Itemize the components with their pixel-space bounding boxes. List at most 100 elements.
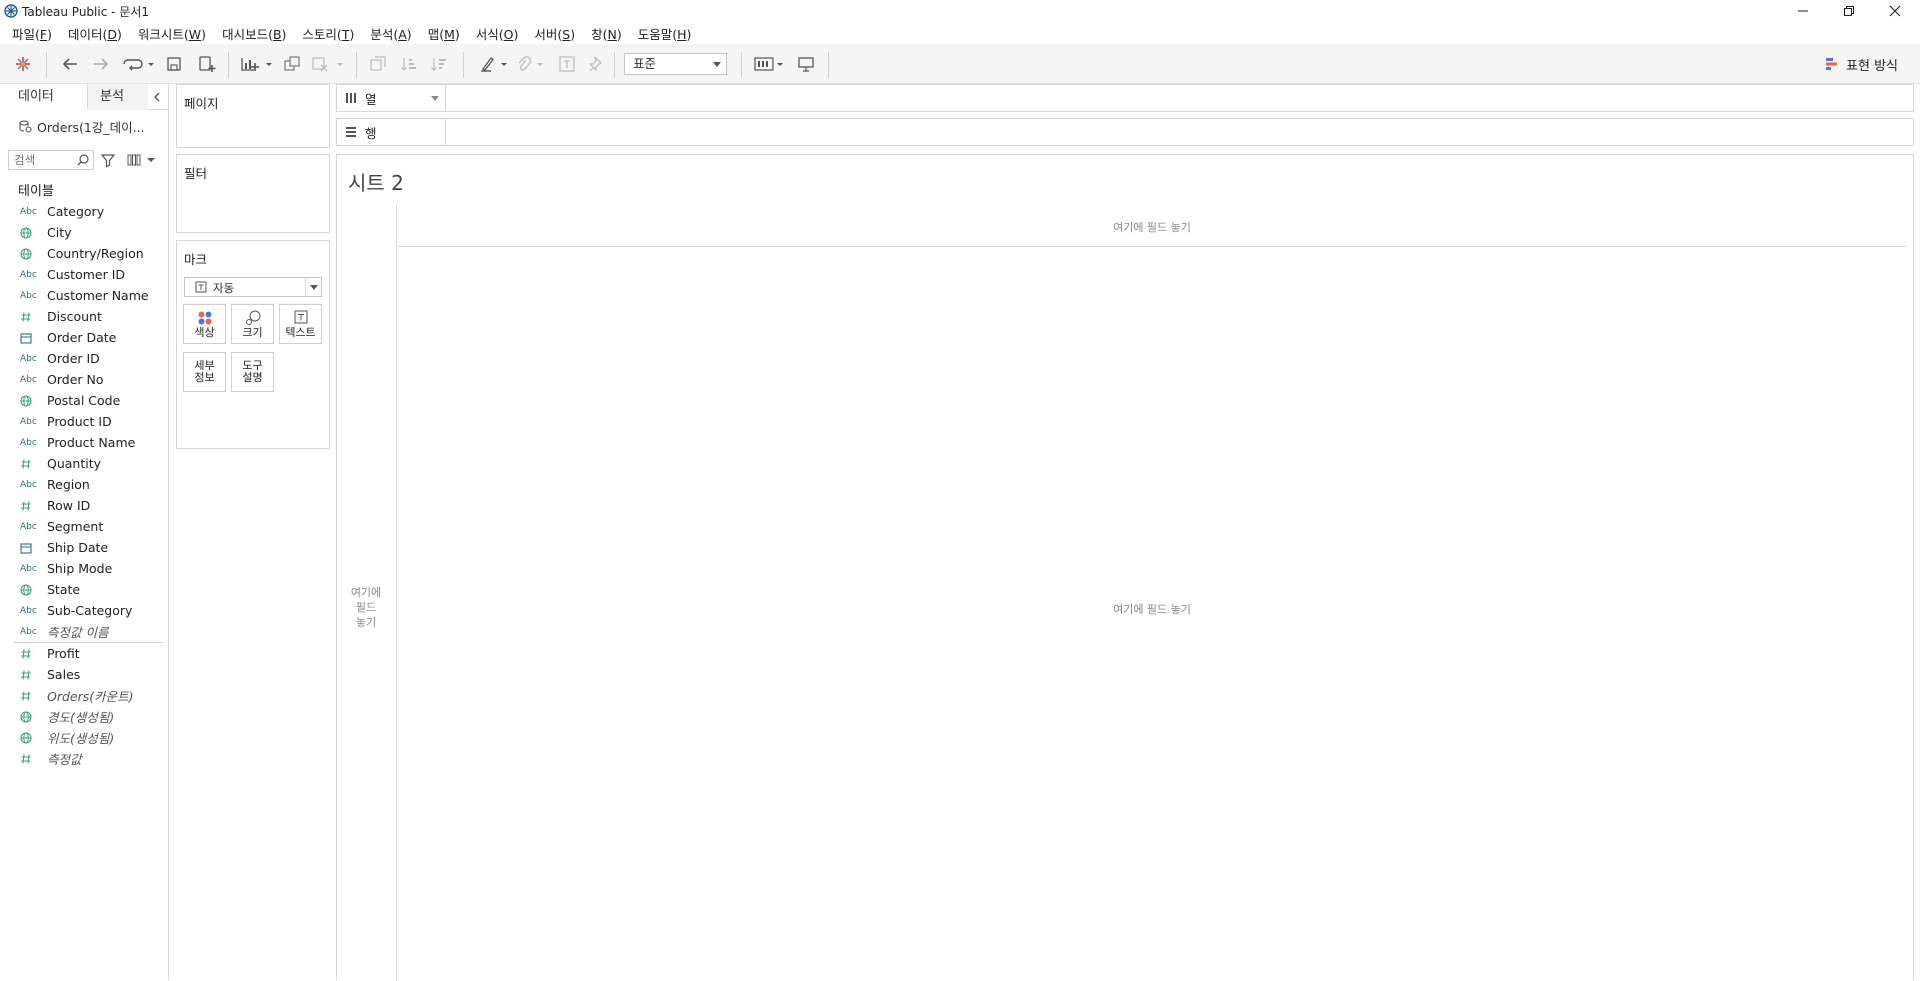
redo-button[interactable] — [89, 52, 113, 76]
field-list: Abc Category City Country/Region Abc Customer… — [0, 201, 169, 769]
chevron-left-icon[interactable] — [150, 90, 164, 104]
datasource-item[interactable]: Orders(1강_데이... — [18, 116, 145, 136]
marks-card-title: 마크 — [184, 252, 208, 267]
close-icon — [1889, 5, 1901, 17]
sort-ascending-button[interactable] — [398, 52, 420, 76]
field-item[interactable]: Abc 측정값 이름 — [0, 621, 169, 642]
field-item[interactable]: Discount — [0, 306, 169, 327]
field-item[interactable]: 위도(생성됨) — [0, 727, 169, 748]
field-item[interactable]: City — [0, 222, 169, 243]
new-worksheet-button[interactable] — [238, 52, 274, 76]
show-cards-button[interactable] — [752, 52, 786, 76]
field-item[interactable]: Abc Order ID — [0, 348, 169, 369]
field-item[interactable]: 경도(생성됨) — [0, 706, 169, 727]
menu-format[interactable]: 서식(O) — [468, 24, 527, 43]
menu-map[interactable]: 맵(M) — [420, 24, 468, 43]
menu-worksheet[interactable]: 워크시트(W) — [130, 24, 214, 43]
field-item[interactable]: Order Date — [0, 327, 169, 348]
field-item[interactable]: Abc Order No — [0, 369, 169, 390]
globe-icon — [20, 226, 38, 239]
menu-server[interactable]: 서버(S) — [526, 24, 583, 43]
filters-card[interactable]: 필터 — [176, 154, 330, 233]
drop-rows-line-3: 놓기 — [355, 616, 377, 629]
columns-shelf[interactable]: 열 — [336, 84, 1914, 112]
field-name: Orders(카운트) — [47, 689, 134, 704]
search-input[interactable] — [9, 151, 75, 169]
clear-sheet-button[interactable] — [309, 52, 345, 76]
field-name: Postal Code — [47, 393, 121, 408]
field-item[interactable]: Abc Product Name — [0, 432, 169, 453]
tab-analysis[interactable]: 분석 — [88, 84, 148, 110]
filter-icon[interactable] — [100, 152, 116, 168]
field-item[interactable]: Abc Customer Name — [0, 285, 169, 306]
color-mark-label: 색상 — [194, 326, 215, 339]
field-item[interactable]: State — [0, 579, 169, 600]
tooltip-mark-button[interactable]: 도구 설명 — [231, 352, 274, 392]
menu-analysis[interactable]: 분석(A) — [362, 24, 419, 43]
save-button[interactable] — [163, 52, 185, 76]
new-datasource-button[interactable] — [195, 52, 219, 76]
hash-icon — [20, 500, 38, 512]
row-header-divider — [396, 205, 397, 981]
field-item[interactable]: Abc Region — [0, 474, 169, 495]
minimize-button[interactable] — [1780, 0, 1826, 22]
presentation-mode-button[interactable] — [795, 52, 817, 76]
duplicate-sheet-button[interactable] — [281, 52, 303, 76]
title-bar: Tableau Public - 문서1 — [0, 0, 1920, 22]
field-item[interactable]: Profit — [0, 643, 169, 664]
hash-icon — [20, 690, 38, 702]
fit-select[interactable]: 표준 — [624, 53, 727, 75]
detail-mark-button[interactable]: 세부 정보 — [183, 352, 226, 392]
size-mark-button[interactable]: 크기 — [231, 304, 274, 344]
menu-window[interactable]: 창(N) — [583, 24, 630, 43]
field-item[interactable]: Abc Ship Mode — [0, 558, 169, 579]
abc-icon: Abc — [20, 269, 37, 280]
menu-file[interactable]: 파일(F) — [4, 24, 60, 43]
text-mark-button[interactable]: 텍스트 — [279, 304, 322, 344]
field-item[interactable]: 측정값 — [0, 748, 169, 769]
sheet-title[interactable]: 시트 2 — [348, 167, 404, 196]
field-item[interactable]: Ship Date — [0, 537, 169, 558]
worksheet-canvas: 시트 2 여기에 필드 놓기 여기에 필드 놓기 여기에 필드 놓기 — [336, 154, 1914, 981]
field-item[interactable]: Row ID — [0, 495, 169, 516]
drop-field-columns[interactable]: 여기에 필드 놓기 — [397, 219, 1907, 235]
menu-help[interactable]: 도움말(H) — [630, 24, 700, 43]
field-item[interactable]: Country/Region — [0, 243, 169, 264]
menu-data[interactable]: 데이터(D) — [60, 24, 130, 43]
chevron-down-icon — [147, 158, 155, 162]
fix-axes-button[interactable] — [586, 52, 608, 76]
view-options-button[interactable] — [126, 153, 156, 167]
field-item[interactable]: Sales — [0, 664, 169, 685]
color-mark-button[interactable]: 색상 — [183, 304, 226, 344]
field-item[interactable]: Postal Code — [0, 390, 169, 411]
field-item[interactable]: Abc Segment — [0, 516, 169, 537]
color-dots-icon — [198, 311, 211, 325]
redo-history-button[interactable] — [120, 52, 156, 76]
show-mark-labels-button[interactable] — [556, 52, 578, 76]
field-item[interactable]: Abc Customer ID — [0, 264, 169, 285]
pages-card[interactable]: 페이지 — [176, 84, 330, 148]
drop-field-center[interactable]: 여기에 필드 놓기 — [397, 601, 1907, 617]
show-me-button[interactable]: 표현 방식 — [1824, 54, 1898, 74]
swap-rows-columns-button[interactable] — [367, 52, 389, 76]
hash-icon — [20, 669, 38, 681]
drop-field-rows[interactable]: 여기에 필드 놓기 — [344, 585, 388, 630]
tab-data[interactable]: 데이터 — [0, 84, 88, 110]
restore-button[interactable] — [1826, 0, 1872, 22]
field-item[interactable]: Abc Product ID — [0, 411, 169, 432]
column-header-divider — [396, 246, 1906, 247]
sort-descending-button[interactable] — [428, 52, 450, 76]
tableau-home-button[interactable] — [12, 52, 34, 76]
mark-type-select[interactable]: 자동 — [184, 277, 322, 297]
field-item[interactable]: Quantity — [0, 453, 169, 474]
group-members-button[interactable] — [514, 52, 548, 76]
field-item[interactable]: Abc Category — [0, 201, 169, 222]
field-item[interactable]: Orders(카운트) — [0, 685, 169, 706]
close-button[interactable] — [1872, 0, 1918, 22]
undo-button[interactable] — [58, 52, 82, 76]
rows-shelf[interactable]: 행 — [336, 118, 1914, 146]
highlight-button[interactable] — [478, 52, 512, 76]
menu-story[interactable]: 스토리(T) — [294, 24, 362, 43]
field-item[interactable]: Abc Sub-Category — [0, 600, 169, 621]
menu-dashboard[interactable]: 대시보드(B) — [214, 24, 294, 43]
